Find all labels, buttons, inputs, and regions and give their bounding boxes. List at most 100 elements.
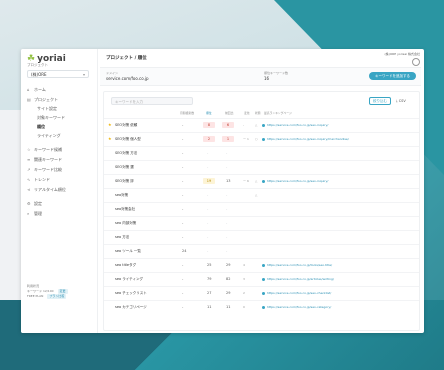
keyword-cell[interactable]: seo対策	[115, 193, 128, 198]
volume-cell: 24	[182, 249, 187, 253]
keyword-cell[interactable]: seo チェックリスト	[115, 291, 147, 296]
table-row[interactable]: ★ SEO対策 依頼 - 8 6 - △ https://service.com/foo.co…	[104, 118, 419, 132]
table-row[interactable]: seo対策 - - - △	[104, 188, 419, 202]
rank-cell: 11	[207, 305, 212, 309]
rank-cell: 27	[207, 291, 212, 295]
sidebar-subitem-4[interactable]: 順位	[37, 124, 45, 130]
top-page-link[interactable]: https://service.com/foo.co.jp/seo-inquir…	[262, 137, 349, 141]
table-row[interactable]: seo対策会社 - - -	[104, 202, 419, 216]
top-page-link[interactable]: https://service.com/foo.co.jp/seo-catego…	[262, 305, 331, 309]
csv-download-button[interactable]: ⤓ CSV	[396, 97, 406, 105]
search-input[interactable]: キーワードを入力	[111, 97, 193, 105]
keyword-cell[interactable]: seo カテゴリページ	[115, 305, 147, 310]
keyword-cell[interactable]: SEO対策 選	[115, 165, 134, 170]
volume-cell: -	[182, 277, 184, 281]
keyword-cell[interactable]: seo ツール 一覧	[115, 249, 141, 254]
table-row[interactable]: SEO対策 選 - - -	[104, 160, 419, 174]
volume-cell: -	[182, 151, 184, 155]
sidebar-item-9[interactable]: ∿ トレンド	[27, 176, 50, 183]
avatar[interactable]	[412, 58, 420, 66]
top-page-link[interactable]: https://service.com/foo.co.jp/seo-inquir…	[262, 123, 328, 127]
top-page-link[interactable]: https://service.com/foo.co.jp/articles/w…	[262, 277, 334, 281]
chart-icon: ∿	[27, 177, 31, 182]
header-rank[interactable]: 順位	[206, 111, 212, 115]
user-menu[interactable]: (株)ORE yorisai 株式会社	[384, 52, 420, 67]
top-page-url[interactable]: https://service.com/foo.co.jp/tools/seo-…	[267, 263, 332, 267]
keyword-cell[interactable]: SEO対策 方法	[115, 151, 137, 156]
table-row[interactable]: seo チェックリスト - 27 29 2 https://service.com/foo…	[104, 286, 419, 300]
table-row[interactable]: seo ツール 一覧 24 - -	[104, 244, 419, 258]
top-page-link[interactable]: https://service.com/foo.co.jp/seo-inquir…	[262, 179, 328, 183]
download-icon: ⤓	[396, 99, 398, 103]
prev-cell: 82	[226, 277, 231, 281]
top-page-url[interactable]: https://service.com/foo.co.jp/seo-catego…	[267, 305, 331, 309]
keyword-cell[interactable]: SEO対策 依頼	[115, 123, 137, 128]
prev-cell: -	[226, 165, 228, 169]
header-top-page[interactable]: 最高ランキングページ	[264, 111, 292, 115]
prev-cell: -	[226, 193, 228, 197]
table-row[interactable]: ★ SEO対策 個人型 - 2 1 ー 1 ○ https://service.com/foo…	[104, 132, 419, 146]
sidebar-item-label: ホーム	[34, 87, 46, 92]
star-icon[interactable]: ★	[108, 136, 112, 141]
top-page-url[interactable]: https://service.com/foo.co.jp/seo-inquir…	[267, 137, 349, 141]
sidebar-item-1[interactable]: ▤ プロジェクト	[27, 96, 58, 103]
sidebar-subitem-3[interactable]: 対象キーワード	[37, 115, 65, 121]
sidebar-item-10[interactable]: ⋖ リアルタイム順位	[27, 186, 66, 193]
keyword-cell[interactable]: seo ライティング	[115, 277, 143, 282]
page-icon	[262, 123, 265, 127]
sidebar-item-label: トレンド	[34, 177, 50, 182]
top-page-url[interactable]: https://service.com/foo.co.jp/seo-inquir…	[267, 123, 328, 127]
star-icon[interactable]: ★	[108, 122, 112, 127]
page-icon	[262, 277, 265, 281]
sidebar-subitem-2[interactable]: サイト設定	[37, 106, 57, 112]
keyword-cell[interactable]: seo 方法	[115, 235, 129, 240]
sidebar-item-8[interactable]: ↗ キーワード比較	[27, 166, 62, 173]
filter-button[interactable]: 絞り込む	[369, 97, 391, 105]
top-page-link[interactable]: https://service.com/foo.co.jp/seo-checkl…	[262, 291, 331, 295]
keyword-cell[interactable]: seo titleタグ	[115, 263, 136, 268]
keyword-cell[interactable]: SEO対策 評	[115, 179, 134, 184]
volume-cell: -	[182, 137, 184, 141]
table-row[interactable]: seo ライティング - 79 82 3 https://service.com/foo.…	[104, 272, 419, 286]
prev-cell: -	[226, 221, 228, 225]
top-page-link[interactable]: https://service.com/foo.co.jp/tools/seo-…	[262, 263, 332, 267]
change-cell: -	[243, 123, 245, 127]
table-row[interactable]: seo 内部対策 - - -	[104, 216, 419, 230]
sidebar: ☘ yoriai プロジェクト (株)ORE ▾ ⌂ ホーム ▤ プロジェクト サイト設定対…	[21, 49, 98, 333]
sidebar-item-0[interactable]: ⌂ ホーム	[27, 86, 46, 93]
project-select[interactable]: (株)ORE ▾	[27, 70, 89, 78]
rank-cell: -	[207, 151, 209, 155]
sidebar-item-12[interactable]: ⌕ 管理	[27, 210, 42, 217]
header-prev[interactable]: 前回比	[225, 111, 233, 115]
sidebar-item-6[interactable]: ☆ キーワード候補	[27, 146, 62, 153]
add-keyword-button[interactable]: キーワードを追加する	[369, 72, 416, 80]
table-row[interactable]: seo 方法 - - -	[104, 230, 419, 244]
compare-plan-button[interactable]: プラン比較	[47, 294, 67, 299]
keyword-count-label: 順位キーワード数	[264, 71, 289, 75]
table-row[interactable]: SEO対策 方法 - - -	[104, 146, 419, 160]
sidebar-subitem-5[interactable]: ライティング	[37, 133, 61, 139]
keyword-cell[interactable]: seo対策会社	[115, 207, 135, 212]
table-row[interactable]: SEO対策 評 - 19 13 ー 6 △ https://service.com/foo.…	[104, 174, 419, 188]
volume-cell: -	[182, 221, 184, 225]
top-page-url[interactable]: https://service.com/foo.co.jp/seo-checkl…	[267, 291, 331, 295]
page-icon	[262, 137, 265, 141]
top-page-url[interactable]: https://service.com/foo.co.jp/seo-inquir…	[267, 179, 328, 183]
top-page-url[interactable]: https://service.com/foo.co.jp/articles/w…	[267, 277, 334, 281]
header-change[interactable]: 変化	[244, 111, 250, 115]
rank-cell: -	[207, 165, 209, 169]
header-state[interactable]: 状態	[255, 111, 261, 115]
sidebar-item-11[interactable]: ⚙ 設定	[27, 200, 42, 207]
prev-cell: 29	[226, 263, 231, 267]
star-icon: ☆	[27, 147, 31, 152]
keyword-cell[interactable]: seo 内部対策	[115, 221, 136, 226]
change-cell: 3	[243, 277, 245, 281]
table-row[interactable]: seo titleタグ - 25 29 4 https://service.com/foo…	[104, 258, 419, 272]
rank-cell: 25	[207, 263, 212, 267]
header-volume[interactable]: 月間検索数	[180, 111, 194, 115]
table-row[interactable]: seo カテゴリページ - 11 11 0 https://service.com/foo…	[104, 300, 419, 314]
rank-cell: -	[207, 221, 209, 225]
sidebar-item-7[interactable]: ≡ 関連キーワード	[27, 156, 62, 163]
breadcrumb: プロジェクト / 順位	[106, 56, 147, 61]
keyword-cell[interactable]: SEO対策 個人型	[115, 137, 141, 142]
